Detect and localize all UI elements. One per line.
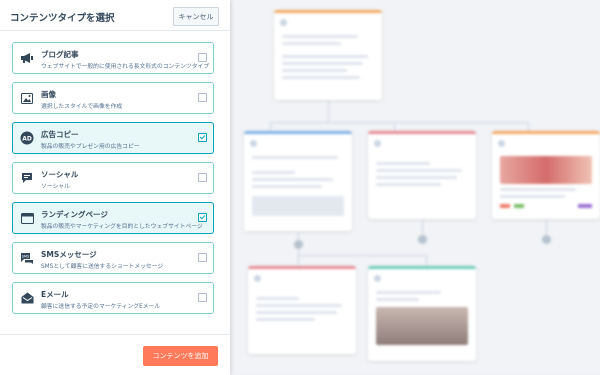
- option-email[interactable]: Eメール 顧客に送信する予定のマーケティングEメール: [12, 282, 214, 314]
- add-content-button[interactable]: コンテンツを追加: [143, 346, 218, 366]
- chat-bubble-icon: [20, 171, 34, 185]
- panel-footer: コンテンツを追加: [0, 334, 230, 375]
- email-icon: [20, 291, 34, 305]
- option-image[interactable]: 画像 選択したスタイルで画像を作成: [12, 82, 214, 114]
- browser-window-icon: [20, 211, 34, 225]
- blurred-content: [230, 0, 600, 374]
- option-description: 選択したスタイルで画像を作成: [41, 104, 123, 110]
- option-landing-page[interactable]: ランディングページ 製品の販売やマーケティングを目的としたウェブサイトページ: [12, 202, 214, 234]
- option-name: ブログ記事: [41, 50, 79, 59]
- option-description: 製品の販売やマーケティングを目的としたウェブサイトページ: [41, 224, 203, 230]
- option-name: 画像: [41, 90, 56, 99]
- megaphone-icon: [20, 51, 34, 65]
- option-name: ランディングページ: [41, 210, 108, 219]
- option-description: ソーシャル: [41, 184, 70, 190]
- option-checkbox-checked[interactable]: [198, 133, 207, 142]
- option-checkbox[interactable]: [198, 253, 207, 262]
- option-description: SMSとして顧客に送信するショートメッセージ: [41, 264, 164, 270]
- option-description: 顧客に送信する予定のマーケティングEメール: [41, 304, 161, 310]
- option-sms[interactable]: SMS SMSメッセージ SMSとして顧客に送信するショートメッセージ: [12, 242, 214, 274]
- panel-title: コンテンツタイプを選択: [10, 13, 115, 24]
- card-blog: [274, 10, 382, 100]
- option-ad-copy[interactable]: AD 広告コピー 製品の販売やプレゼン用の広告コピー: [12, 122, 214, 154]
- card-social: [244, 131, 352, 231]
- option-blog-post[interactable]: ブログ記事 ウェブサイトで一般的に使用される長文形式のコンテンツタイプ: [12, 42, 214, 74]
- option-checkbox-checked[interactable]: [198, 213, 207, 222]
- option-description: 製品の販売やプレゼン用の広告コピー: [41, 144, 140, 150]
- sms-icon: SMS: [20, 251, 34, 265]
- ad-icon: AD: [20, 131, 34, 145]
- content-type-panel: コンテンツタイプを選択 キャンセル ブログ記事 ウェブサイトで一般的に使用される…: [0, 0, 230, 375]
- option-description: ウェブサイトで一般的に使用される長文形式のコンテンツタイプ: [41, 64, 210, 70]
- option-checkbox[interactable]: [198, 173, 207, 182]
- card-ad: [368, 131, 476, 219]
- option-checkbox[interactable]: [198, 93, 207, 102]
- card-email: [368, 266, 476, 361]
- option-social[interactable]: ソーシャル ソーシャル: [12, 162, 214, 194]
- option-checkbox[interactable]: [198, 53, 207, 62]
- option-name: 広告コピー: [41, 130, 79, 139]
- card-landing: [492, 131, 600, 219]
- svg-text:SMS: SMS: [22, 254, 30, 258]
- card-sms: [248, 266, 356, 354]
- option-checkbox[interactable]: [198, 293, 207, 302]
- option-name: SMSメッセージ: [41, 250, 97, 259]
- option-name: ソーシャル: [41, 170, 79, 179]
- cancel-button[interactable]: キャンセル: [173, 7, 219, 26]
- option-name: Eメール: [41, 290, 69, 299]
- panel-header: コンテンツタイプを選択 キャンセル: [0, 0, 230, 31]
- image-icon: [20, 91, 34, 105]
- svg-text:AD: AD: [22, 135, 32, 142]
- workflow-canvas: [230, 0, 600, 374]
